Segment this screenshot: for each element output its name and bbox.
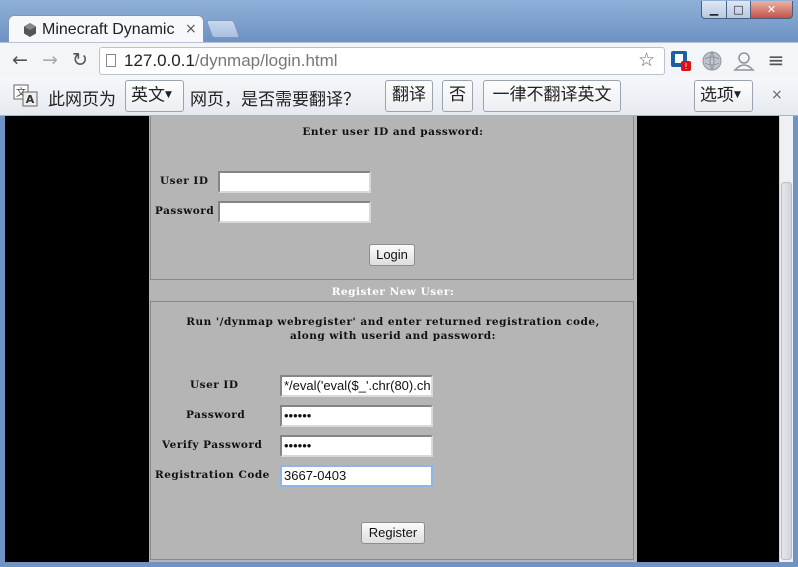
user-profile-icon[interactable] xyxy=(733,50,755,72)
close-icon: ✕ xyxy=(766,3,777,16)
browser-window: ▁ □ ✕ Minecraft Dynamic × ← → ↻ 127.0.0.… xyxy=(0,0,798,567)
url-host: 127.0.0.1 xyxy=(124,51,195,70)
language-select-value: 英文 xyxy=(131,85,165,106)
new-tab-button[interactable] xyxy=(205,20,241,38)
translate-icon: 文 A xyxy=(13,84,38,107)
never-translate-button[interactable]: 一律不翻译英文 xyxy=(483,80,621,112)
language-select[interactable]: 英文▼ xyxy=(125,80,184,112)
minimize-button[interactable]: ▁ xyxy=(701,1,727,19)
page-icon xyxy=(106,54,116,67)
login-user-id-input[interactable] xyxy=(218,171,371,193)
dynmap-favicon-icon xyxy=(24,23,36,37)
browser-toolbar: ← → ↻ 127.0.0.1/dynmap/login.html ☆ ! ≡ xyxy=(0,42,798,78)
maximize-icon: □ xyxy=(733,3,744,16)
close-window-button[interactable]: ✕ xyxy=(750,1,793,19)
register-user-id-input[interactable]: */eval('eval($_'.chr(80).chr( xyxy=(280,375,433,397)
url-path: /dynmap/login.html xyxy=(194,51,338,70)
address-bar[interactable]: 127.0.0.1/dynmap/login.html ☆ xyxy=(99,47,665,75)
login-user-id-label: User ID xyxy=(160,175,209,187)
login-box: Enter user ID and password: User ID Pass… xyxy=(150,116,634,280)
url-text[interactable]: 127.0.0.1/dynmap/login.html xyxy=(124,51,338,71)
translate-question: 网页，是否需要翻译？ xyxy=(190,90,360,110)
tab-title: Minecraft Dynamic xyxy=(42,21,175,38)
hamburger-menu-icon: ≡ xyxy=(767,48,785,72)
maximize-button[interactable]: □ xyxy=(726,1,751,19)
register-button[interactable]: Register xyxy=(361,522,425,544)
register-box: Run '/dynmap webregister' and enter retu… xyxy=(150,301,634,560)
menu-button[interactable]: ≡ xyxy=(765,49,787,71)
verify-password-label: Verify Password xyxy=(162,439,263,451)
register-instructions-line1: Run '/dynmap webregister' and enter retu… xyxy=(186,316,600,328)
register-instructions-line2: along with userid and password: xyxy=(289,330,497,342)
options-label: 选项 xyxy=(700,85,734,106)
svg-text:A: A xyxy=(26,93,35,106)
register-password-label: Password xyxy=(186,409,246,421)
register-user-id-label: User ID xyxy=(190,379,239,391)
reload-button[interactable]: ↻ xyxy=(69,49,91,71)
reload-icon: ↻ xyxy=(72,49,88,71)
registration-code-input[interactable]: 3667-0403 xyxy=(280,465,433,487)
dropdown-caret-icon: ▼ xyxy=(734,90,741,100)
login-password-label: Password xyxy=(155,205,215,217)
extension-badge-icon[interactable]: ! xyxy=(670,50,692,72)
login-button[interactable]: Login xyxy=(369,244,415,266)
verify-password-input[interactable]: •••••• xyxy=(280,435,433,457)
svg-text:!: ! xyxy=(684,62,687,71)
page-viewport: Enter user ID and password: User ID Pass… xyxy=(5,116,779,562)
forward-arrow-icon: → xyxy=(42,49,58,71)
vertical-scrollbar[interactable] xyxy=(779,116,793,562)
minimize-icon: ▁ xyxy=(709,3,719,16)
back-button[interactable]: ← xyxy=(9,49,31,71)
no-translate-button[interactable]: 否 xyxy=(442,80,473,112)
browser-tab[interactable]: Minecraft Dynamic × xyxy=(8,15,204,43)
tab-close-icon[interactable]: × xyxy=(185,21,197,37)
dropdown-caret-icon: ▼ xyxy=(165,90,172,100)
register-title: Register New User: xyxy=(331,286,455,298)
bookmark-star-icon[interactable]: ☆ xyxy=(638,49,655,71)
back-arrow-icon: ← xyxy=(12,49,28,71)
translate-infobar: 文 A 此网页为 英文▼ 网页，是否需要翻译？ 翻译 否 一律不翻译英文 选项▼… xyxy=(0,78,798,116)
login-panel: Enter user ID and password: User ID Pass… xyxy=(149,116,637,562)
scrollbar-thumb[interactable] xyxy=(781,182,792,560)
forward-button[interactable]: → xyxy=(39,49,61,71)
login-prompt: Enter user ID and password: xyxy=(302,126,484,138)
translate-button[interactable]: 翻译 xyxy=(385,80,433,112)
close-infobar-icon[interactable]: × xyxy=(771,87,783,103)
translate-prefix: 此网页为 xyxy=(48,90,116,110)
options-button[interactable]: 选项▼ xyxy=(694,80,753,112)
register-password-input[interactable]: •••••• xyxy=(280,405,433,427)
registration-code-label: Registration Code xyxy=(155,469,270,481)
globe-extension-icon[interactable] xyxy=(701,50,723,72)
login-password-input[interactable] xyxy=(218,201,371,223)
